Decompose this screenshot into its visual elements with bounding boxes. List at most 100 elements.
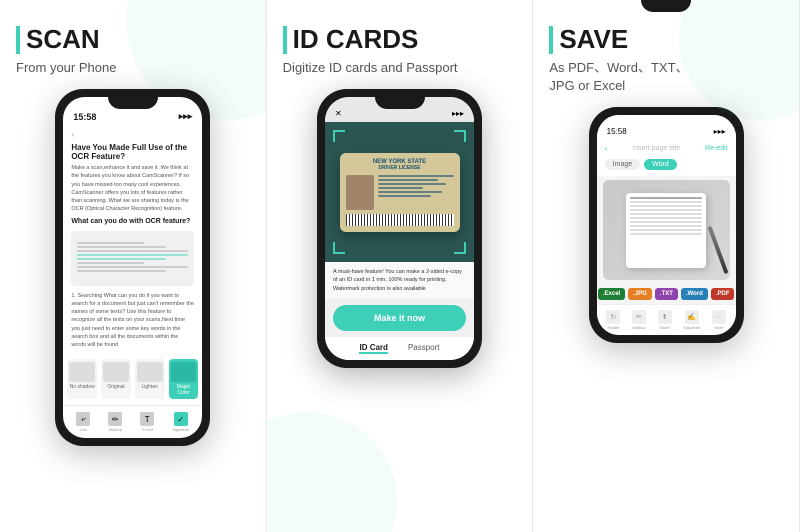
save-status-icons: ▸▸▸ (714, 127, 726, 136)
filter-original[interactable]: Original (101, 359, 131, 399)
save-nav-share[interactable]: ⬆ Share (658, 310, 672, 330)
doc-line-highlight (77, 254, 188, 256)
nav-left[interactable]: ⤶ Left (76, 412, 90, 432)
doc-lines (71, 238, 194, 278)
nav-label-markup: Markup (109, 427, 122, 432)
format-bar: .Excel .JPG .TXT .Word .PDF (597, 284, 736, 304)
idcards-title-text: ID CARDS (293, 24, 419, 55)
id-card-simulation: NEW YORK STATE DRIVER LICENSE (340, 153, 460, 232)
id-card-photo (346, 175, 374, 210)
format-label-pdf: .PDF (716, 291, 730, 297)
title-accent-id (283, 26, 287, 54)
ocr-content-title: Have You Made Full Use of the OCR Featur… (71, 143, 194, 161)
filter-label: Original (107, 384, 124, 390)
tab-word-label: Word (652, 161, 669, 168)
filter-bar: No shadow Original Lighten Magic Color (63, 353, 202, 405)
id-status-icons: ▸▸▸ (452, 109, 464, 118)
back-button[interactable]: ‹ (71, 130, 194, 139)
notebook-simulation (626, 193, 706, 268)
scan-corner-tl (333, 130, 345, 142)
filter-label-active: Magic Color (177, 384, 190, 396)
save-nav-label-markup: Markup (632, 325, 645, 330)
format-badge-word[interactable]: .Word (681, 288, 708, 300)
scan-corner-br (454, 242, 466, 254)
id-phone-mockup: ✕ ▸▸▸ NEW YORK STATE DRIVER LICENSE (317, 89, 482, 368)
nav-signature[interactable]: ✓ Signature (172, 412, 189, 432)
save-tab-word[interactable]: Word (644, 159, 677, 170)
nb-line (630, 217, 702, 219)
filter-magic-color[interactable]: Magic Color (169, 359, 199, 399)
filter-label: Lighten (142, 384, 158, 390)
save-nav-more[interactable]: ··· More (712, 310, 726, 330)
save-status-time: 15:58 (607, 127, 627, 136)
document-preview (71, 231, 194, 286)
share-icon: ⬆ (658, 310, 672, 324)
id-card-content (346, 175, 454, 210)
ocr-sub-title: What can you do with OCR feature? (71, 218, 194, 225)
save-nav-label-signature: Signature (683, 325, 700, 330)
tab-id-card[interactable]: ID Card (359, 343, 387, 354)
filter-thumb-active (171, 362, 197, 382)
save-nav-label-more: More (714, 325, 723, 330)
tab-passport[interactable]: Passport (408, 343, 440, 354)
rotate-icon: ↻ (606, 310, 620, 324)
ocr-body-text: 1. Searching What can you do if you want… (71, 292, 194, 350)
nb-line (630, 225, 702, 227)
filter-thumb (103, 362, 129, 382)
save-bottom-nav: ↻ Rotate ✏ Markup ⬆ Share ✍ Signature ··… (597, 304, 736, 335)
doc-line-highlight (77, 258, 166, 260)
back-arrow-icon[interactable]: ‹ (605, 144, 608, 153)
filter-lighten[interactable]: Lighten (135, 359, 165, 399)
nb-line (630, 221, 702, 223)
id-phone-notch (375, 97, 425, 109)
save-nav-signature[interactable]: ✍ Signature (683, 310, 700, 330)
nb-line (630, 233, 702, 235)
doc-line (77, 262, 144, 264)
format-badge-txt[interactable]: .TXT (655, 288, 678, 300)
filter-thumb (137, 362, 163, 382)
format-label-excel: .Excel (603, 291, 620, 297)
markup-icon: ✏ (632, 310, 646, 324)
save-toolbar-label[interactable]: Insert page title (632, 145, 680, 152)
idcards-subtitle: Digitize ID cards and Passport (283, 59, 517, 77)
nav-totext[interactable]: T To text (140, 412, 154, 432)
filter-label: No shadow (70, 384, 95, 390)
nav-markup[interactable]: ✏ Markup (108, 412, 122, 432)
re-edit-button[interactable]: Re-edit (705, 145, 728, 152)
filter-no-shadow[interactable]: No shadow (67, 359, 97, 399)
nb-line (630, 197, 702, 199)
id-status-left: ✕ (335, 109, 342, 118)
id-card-subheader-text: DRIVER LICENSE (346, 165, 454, 171)
save-nav-rotate[interactable]: ↻ Rotate (606, 310, 620, 330)
id-card-state: NEW YORK STATE DRIVER LICENSE (346, 159, 454, 171)
nb-line (630, 201, 702, 203)
nav-label-signature: Signature (172, 427, 189, 432)
nb-line (630, 209, 702, 211)
doc-line (77, 266, 188, 268)
scan-phone-screen: 15:58 ▸▸▸ ‹ Have You Made Full Use of th… (63, 97, 202, 438)
id-tabs-bar: ID Card Passport (325, 337, 474, 360)
nav-label-totext: To text (141, 427, 153, 432)
save-phone-screen: 15:58 ▸▸▸ ‹ Insert page title Re-edit Im… (597, 115, 736, 335)
title-accent (16, 26, 20, 54)
save-nav-markup[interactable]: ✏ Markup (632, 310, 646, 330)
panel-scan: SCAN From your Phone 15:58 ▸▸▸ ‹ Have Yo… (0, 0, 267, 532)
format-badge-jpg[interactable]: .JPG (628, 288, 652, 300)
idcards-header: ID CARDS Digitize ID cards and Passport (283, 24, 517, 77)
nav-icon-left: ⤶ (76, 412, 90, 426)
format-badge-pdf[interactable]: .PDF (711, 288, 735, 300)
id-phone-screen: ✕ ▸▸▸ NEW YORK STATE DRIVER LICENSE (325, 97, 474, 360)
save-nav-label-rotate: Rotate (608, 325, 620, 330)
id-card-barcode (346, 214, 454, 226)
tab-image-label: Image (613, 161, 632, 168)
phone-notch (108, 97, 158, 109)
save-tabs-bar: Image Word (597, 157, 736, 176)
more-icon: ··· (712, 310, 726, 324)
format-badge-excel[interactable]: .Excel (598, 288, 625, 300)
id-scanner-area: NEW YORK STATE DRIVER LICENSE (325, 122, 474, 262)
id-description: A must-have feature! You can make a 2-si… (325, 262, 474, 299)
save-tab-image[interactable]: Image (605, 159, 640, 170)
status-time: 15:58 (73, 112, 96, 122)
make-it-button[interactable]: Make it now (333, 305, 466, 331)
tab-passport-label: Passport (408, 343, 440, 352)
